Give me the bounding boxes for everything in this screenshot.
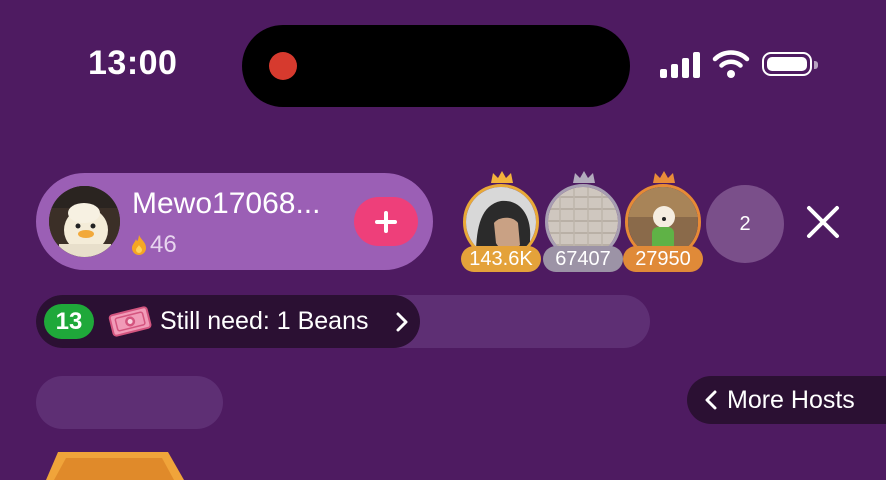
plus-icon	[375, 210, 397, 233]
chevron-right-icon	[396, 312, 408, 332]
host-card[interactable]: Mewo17068... 46	[36, 173, 433, 270]
signal-icon	[660, 50, 700, 78]
crown-icon	[653, 171, 675, 183]
money-icon	[108, 306, 152, 337]
host-avatar[interactable]	[49, 186, 120, 257]
viewer-count: 143.6K	[461, 246, 541, 272]
task-bar[interactable]: 13 Still need: 1 Beans	[36, 295, 420, 348]
close-icon[interactable]	[804, 203, 842, 241]
crown-icon	[491, 171, 513, 183]
more-hosts-button[interactable]: More Hosts	[687, 376, 886, 424]
placeholder-pill	[36, 376, 223, 429]
wifi-icon	[712, 50, 750, 78]
level-badge: 13	[44, 304, 94, 339]
battery-icon	[762, 52, 818, 76]
flame-icon	[132, 235, 146, 255]
dynamic-island	[242, 25, 630, 107]
top-viewer-2[interactable]: 67407	[543, 170, 625, 275]
top-viewer-1[interactable]: 143.6K	[461, 170, 543, 275]
viewer-count: 67407	[543, 246, 623, 272]
host-stat: 46	[130, 231, 177, 259]
host-name: Mewo17068...	[132, 187, 321, 220]
recording-indicator	[269, 52, 297, 80]
chevron-left-icon	[705, 390, 717, 410]
status-time: 13:00	[88, 44, 178, 82]
treasure-chest-icon[interactable]	[46, 452, 186, 480]
viewer-count: 27950	[623, 246, 703, 272]
crown-icon	[573, 171, 595, 183]
host-stat-value: 46	[150, 231, 177, 258]
task-text: Still need: 1 Beans	[160, 307, 369, 335]
follow-button[interactable]	[354, 197, 418, 246]
online-count-button[interactable]: 2	[706, 185, 784, 263]
top-viewer-3[interactable]: 27950	[623, 170, 705, 275]
status-icons	[660, 46, 818, 82]
more-hosts-label: More Hosts	[727, 385, 855, 414]
